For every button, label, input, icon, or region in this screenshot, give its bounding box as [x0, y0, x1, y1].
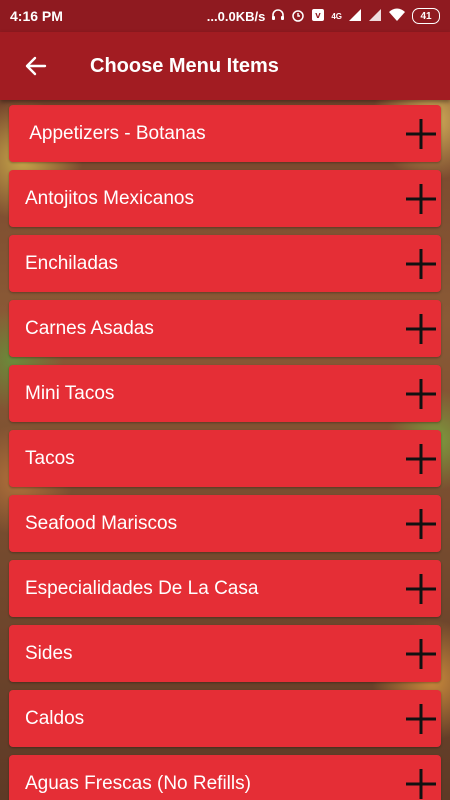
menu-category-label: Carnes Asadas	[25, 317, 154, 339]
menu-category-label: Sides	[25, 642, 73, 664]
plus-icon[interactable]	[405, 183, 437, 215]
menu-category-label: Seafood Mariscos	[25, 512, 178, 534]
menu-category-item[interactable]: Seafood Mariscos	[9, 495, 441, 552]
volte-icon: V	[311, 8, 325, 25]
menu-category-label: Mini Tacos	[25, 382, 115, 404]
menu-category-item[interactable]: Antojitos Mexicanos	[9, 170, 441, 227]
menu-category-item[interactable]: Mini Tacos	[9, 365, 441, 422]
plus-icon[interactable]	[405, 573, 437, 605]
plus-icon[interactable]	[405, 703, 437, 735]
plus-icon[interactable]	[405, 443, 437, 475]
back-button[interactable]	[22, 52, 50, 80]
plus-icon[interactable]	[405, 638, 437, 670]
menu-category-item[interactable]: Caldos	[9, 690, 441, 747]
menu-category-item[interactable]: Sides	[9, 625, 441, 682]
arrow-left-icon	[25, 56, 47, 76]
menu-category-item[interactable]: Enchiladas	[9, 235, 441, 292]
status-time: 4:16 PM	[10, 8, 63, 24]
menu-category-label: Appetizers - Botanas	[25, 122, 206, 144]
plus-icon[interactable]	[405, 313, 437, 345]
menu-category-item[interactable]: Tacos	[9, 430, 441, 487]
menu-category-label: Especialidades De La Casa	[25, 577, 259, 599]
menu-category-item[interactable]: Aguas Frescas (No Refills)	[9, 755, 441, 800]
menu-category-label: Antojitos Mexicanos	[25, 187, 194, 209]
app-bar: Choose Menu Items	[0, 32, 450, 100]
plus-icon[interactable]	[405, 118, 437, 150]
menu-category-label: Caldos	[25, 707, 85, 729]
menu-category-item[interactable]: Appetizers - Botanas	[9, 105, 441, 162]
headset-icon	[271, 8, 285, 25]
menu-category-list[interactable]: Appetizers - Botanas Antojitos Mexicanos E…	[0, 100, 450, 800]
status-icons: ...0.0KB/s V 4G 41	[207, 8, 440, 25]
signal-icon	[348, 8, 362, 25]
menu-category-item[interactable]: Especialidades De La Casa	[9, 560, 441, 617]
battery-icon: 41	[412, 8, 440, 24]
network-speed: ...0.0KB/s	[206, 8, 266, 24]
plus-icon[interactable]	[405, 248, 437, 280]
plus-icon[interactable]	[405, 768, 437, 800]
signal-icon	[368, 8, 382, 25]
wifi-icon	[388, 8, 406, 25]
plus-icon[interactable]	[405, 378, 437, 410]
alarm-icon	[291, 8, 305, 25]
page-title: Choose Menu Items	[90, 54, 279, 77]
status-bar: 4:16 PM ...0.0KB/s V 4G 41	[0, 0, 450, 32]
menu-category-label: Enchiladas	[25, 252, 118, 274]
menu-category-label: Aguas Frescas (No Refills)	[25, 772, 251, 794]
plus-icon[interactable]	[405, 508, 437, 540]
menu-category-label: Tacos	[25, 447, 75, 469]
menu-category-item[interactable]: Carnes Asadas	[9, 300, 441, 357]
network-type: 4G	[331, 11, 342, 21]
svg-text:V: V	[316, 12, 322, 20]
